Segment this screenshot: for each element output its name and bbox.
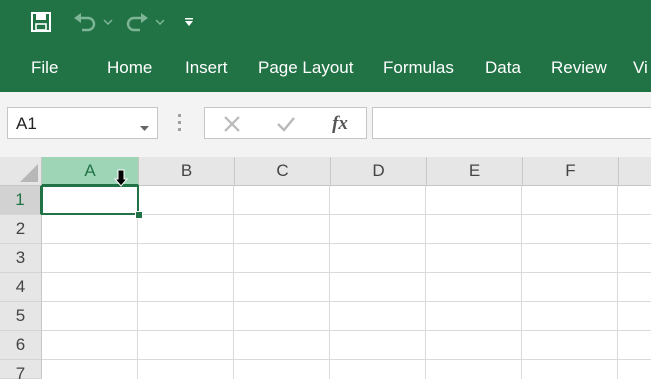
- formula-input[interactable]: [372, 107, 651, 139]
- formula-buttons: fx: [204, 107, 367, 139]
- column-header-b[interactable]: B: [139, 157, 235, 186]
- column-select-cursor-icon: [113, 169, 129, 187]
- undo-dropdown-icon[interactable]: [101, 10, 115, 34]
- redo-icon[interactable]: [122, 10, 152, 34]
- row-header-6[interactable]: 6: [0, 331, 42, 360]
- name-box-dropdown-icon[interactable]: [140, 119, 149, 137]
- row-header-5[interactable]: 5: [0, 302, 42, 331]
- column-header-g[interactable]: [619, 157, 651, 186]
- name-box-value: A1: [16, 114, 37, 133]
- select-all-button[interactable]: [0, 157, 42, 186]
- tab-view[interactable]: Vi: [633, 58, 648, 78]
- row-header-4[interactable]: 4: [0, 273, 42, 302]
- tab-formulas[interactable]: Formulas: [383, 58, 454, 78]
- ribbon-tabs: File Home Insert Page Layout Formulas Da…: [0, 44, 651, 92]
- resize-grip-icon[interactable]: [178, 114, 182, 132]
- active-cell[interactable]: [41, 185, 139, 215]
- quick-access-toolbar: [0, 0, 651, 44]
- redo-dropdown-icon[interactable]: [153, 10, 167, 34]
- column-header-f[interactable]: F: [523, 157, 619, 186]
- row-header-3[interactable]: 3: [0, 244, 42, 273]
- tab-home[interactable]: Home: [107, 58, 152, 78]
- customize-toolbar-icon[interactable]: [180, 10, 198, 34]
- tab-data[interactable]: Data: [485, 58, 521, 78]
- select-all-triangle-icon: [20, 164, 38, 182]
- column-header-c[interactable]: C: [235, 157, 331, 186]
- column-header-d[interactable]: D: [331, 157, 427, 186]
- name-box[interactable]: A1: [7, 107, 158, 139]
- enter-check-icon[interactable]: [275, 114, 297, 134]
- column-header-e[interactable]: E: [427, 157, 523, 186]
- insert-function-button[interactable]: fx: [327, 113, 353, 134]
- tab-review[interactable]: Review: [551, 58, 607, 78]
- formula-bar-area: A1 fx: [0, 92, 651, 157]
- cancel-icon[interactable]: [221, 114, 243, 134]
- row-header-1[interactable]: 1: [0, 186, 42, 215]
- tab-page-layout[interactable]: Page Layout: [258, 58, 353, 78]
- save-icon[interactable]: [30, 10, 52, 34]
- tab-insert[interactable]: Insert: [185, 58, 228, 78]
- row-header-2[interactable]: 2: [0, 215, 42, 244]
- fill-handle[interactable]: [135, 211, 143, 219]
- tab-file[interactable]: File: [31, 58, 58, 78]
- row-header-7[interactable]: 7: [0, 360, 42, 383]
- undo-icon[interactable]: [70, 10, 100, 34]
